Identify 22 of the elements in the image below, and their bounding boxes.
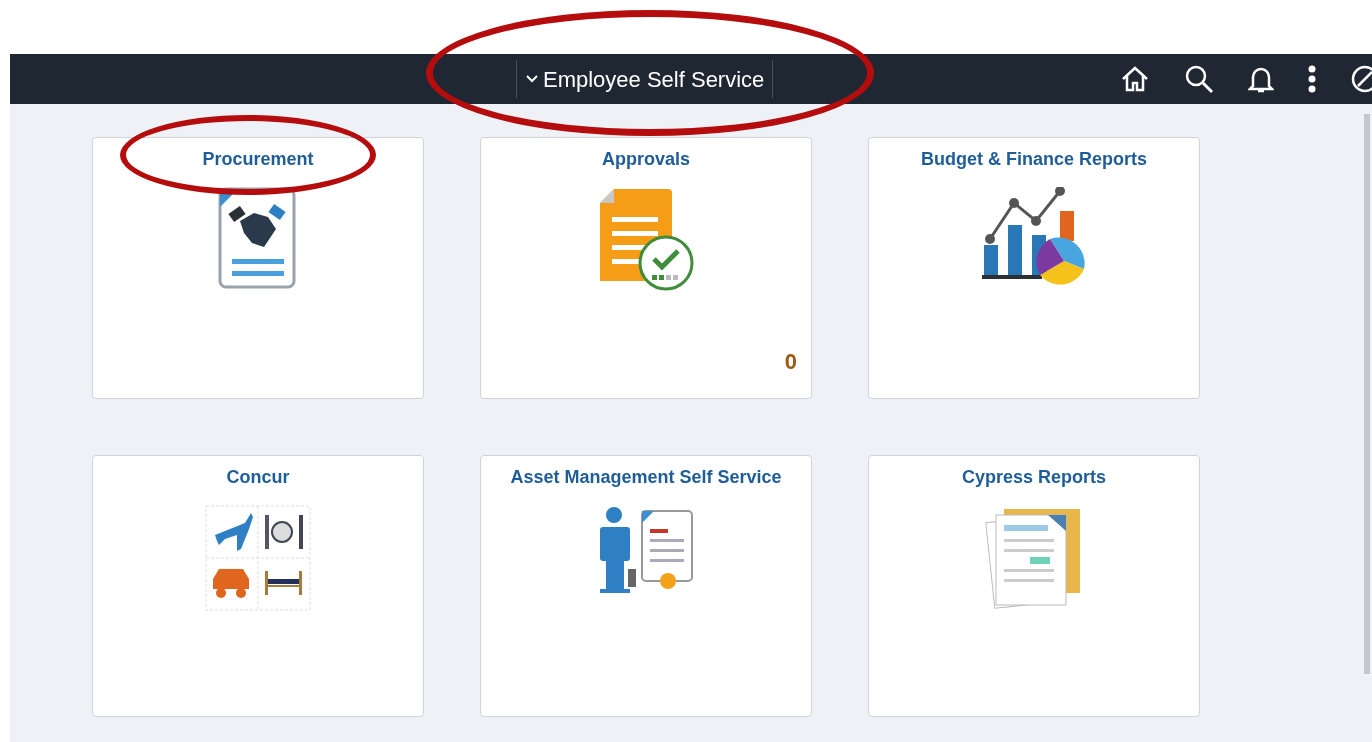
tile[interactable]: Asset Management Self Service <box>480 455 812 717</box>
tile[interactable]: Concur <box>92 455 424 717</box>
search-icon[interactable] <box>1184 64 1214 94</box>
tile-title: Procurement <box>202 148 314 171</box>
tile-title: Concur <box>226 466 290 489</box>
travel-expense-icon <box>205 505 311 611</box>
chart-icon <box>980 187 1088 287</box>
home-icon[interactable] <box>1120 65 1150 93</box>
tile-title: Approvals <box>602 148 690 171</box>
tile[interactable]: Approvals 0 <box>480 137 812 399</box>
homepage-selector[interactable]: Employee Self Service <box>516 60 774 98</box>
count: 0 <box>784 348 797 376</box>
chevron-down-icon <box>525 74 539 84</box>
tile[interactable]: Cypress Reports <box>868 455 1200 717</box>
tile[interactable]: Procurement <box>92 137 424 399</box>
handshake-document-icon <box>218 187 298 291</box>
tile-title: Cypress Reports <box>961 466 1107 489</box>
tile-title: Asset Management Self Service <box>510 466 782 489</box>
tile[interactable]: Budget & Finance Reports <box>868 137 1200 399</box>
more-options-icon[interactable] <box>1308 65 1316 93</box>
scrollbar[interactable] <box>1364 114 1370 674</box>
tile-title: Budget & Finance Reports <box>921 148 1147 171</box>
